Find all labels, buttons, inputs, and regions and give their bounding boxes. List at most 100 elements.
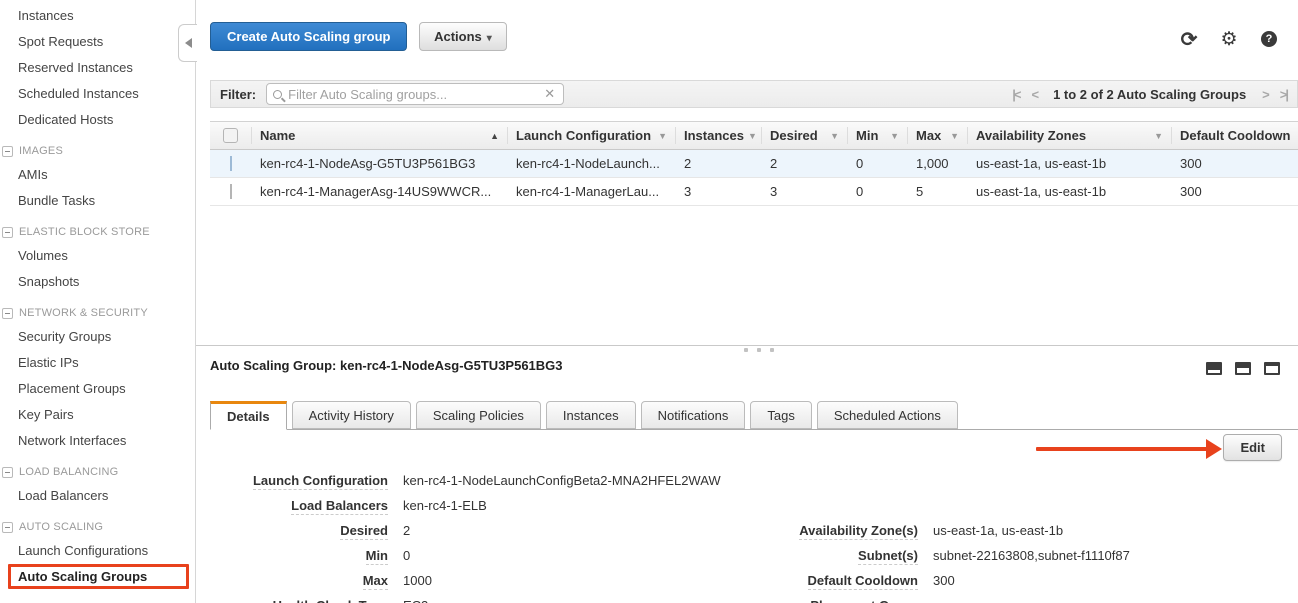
row-checkbox[interactable] <box>230 184 232 199</box>
select-all-checkbox[interactable] <box>223 128 238 143</box>
select-all-checkbox-cell[interactable] <box>210 127 252 144</box>
sidebar-item-launch-configurations[interactable]: Launch Configurations <box>0 539 195 562</box>
pane-small-icon[interactable] <box>1206 362 1222 375</box>
filter-input[interactable] <box>288 87 542 102</box>
tab-label: Tags <box>767 408 794 423</box>
collapse-minus-icon <box>2 467 13 478</box>
table-body: ken-rc4-1-NodeAsg-G5TU3P561BG3ken-rc4-1-… <box>210 150 1298 206</box>
first-page-icon[interactable]: |< <box>1012 87 1019 102</box>
sidebar-item-load-balancers[interactable]: Load Balancers <box>0 484 195 507</box>
column-header-availability-zones[interactable]: Availability Zones▼ <box>968 127 1172 144</box>
sort-desc-icon[interactable]: ▼ <box>950 131 959 141</box>
filter-searchbox[interactable]: ✕ <box>266 83 564 105</box>
help-icon[interactable]: ? <box>1260 30 1278 48</box>
column-header-desired[interactable]: Desired▼ <box>762 127 848 144</box>
cell-launch-configuration: ken-rc4-1-ManagerLau... <box>508 184 676 199</box>
cell-text: 2 <box>770 156 777 171</box>
tab-tags[interactable]: Tags <box>750 401 811 429</box>
sort-asc-icon[interactable]: ▲ <box>490 131 499 141</box>
sidebar-item-placement-groups[interactable]: Placement Groups <box>0 377 195 400</box>
sidebar-item-elastic-ips[interactable]: Elastic IPs <box>0 351 195 374</box>
tab-scheduled-actions[interactable]: Scheduled Actions <box>817 401 958 429</box>
sidebar-item-network-interfaces[interactable]: Network Interfaces <box>0 429 195 452</box>
edit-button[interactable]: Edit <box>1223 434 1282 461</box>
sidebar-section-elastic-block-store[interactable]: ELASTIC BLOCK STORE <box>2 226 195 238</box>
tab-instances[interactable]: Instances <box>546 401 636 429</box>
sidebar-collapse-button[interactable] <box>178 24 197 62</box>
field-label: Availability Zone(s) <box>790 523 918 538</box>
sidebar-item-dedicated-hosts[interactable]: Dedicated Hosts <box>0 108 195 131</box>
sort-desc-icon[interactable]: ▼ <box>830 131 839 141</box>
tab-label: Notifications <box>658 408 729 423</box>
field-label-text: Availability Zone(s) <box>799 523 918 540</box>
pane-medium-icon[interactable] <box>1235 362 1251 375</box>
sidebar-item-volumes[interactable]: Volumes <box>0 244 195 267</box>
table-row[interactable]: ken-rc4-1-ManagerAsg-14US9WWCR...ken-rc4… <box>210 178 1298 206</box>
sidebar-section-label: NETWORK & SECURITY <box>19 307 148 319</box>
actions-button-label: Actions <box>434 29 482 44</box>
sidebar-item-snapshots[interactable]: Snapshots <box>0 270 195 293</box>
column-header-instances[interactable]: Instances▼ <box>676 127 762 144</box>
field-label-text: Placement Group <box>810 598 918 603</box>
column-header-min[interactable]: Min▼ <box>848 127 908 144</box>
create-auto-scaling-group-button[interactable]: Create Auto Scaling group <box>210 22 407 51</box>
column-header-max[interactable]: Max▼ <box>908 127 968 144</box>
table-row[interactable]: ken-rc4-1-NodeAsg-G5TU3P561BG3ken-rc4-1-… <box>210 150 1298 178</box>
sort-desc-icon[interactable]: ▼ <box>1154 131 1163 141</box>
column-header-launch-configuration[interactable]: Launch Configuration▼ <box>508 127 676 144</box>
gear-icon[interactable]: ⚙ <box>1220 30 1238 48</box>
sidebar-section-load-balancing[interactable]: LOAD BALANCING <box>2 466 195 478</box>
pane-large-icon[interactable] <box>1264 362 1280 375</box>
tab-activity-history[interactable]: Activity History <box>292 401 411 429</box>
field-value: 0 <box>403 548 410 563</box>
field-value: ken-rc4-1-ELB <box>403 498 487 513</box>
tab-details[interactable]: Details <box>210 401 287 430</box>
sidebar-item-scheduled-instances[interactable]: Scheduled Instances <box>0 82 195 105</box>
sidebar-item-key-pairs[interactable]: Key Pairs <box>0 403 195 426</box>
main-content: Create Auto Scaling group Actions ▾ ⟳ ⚙ ?… <box>196 0 1298 603</box>
sidebar-item-security-groups[interactable]: Security Groups <box>0 325 195 348</box>
sidebar-section-label: ELASTIC BLOCK STORE <box>19 226 150 238</box>
sidebar-item-spot-requests[interactable]: Spot Requests <box>0 30 195 53</box>
sidebar-item-auto-scaling-groups[interactable]: Auto Scaling Groups <box>0 565 195 588</box>
cell-min: 0 <box>848 156 908 171</box>
sidebar-item-instances[interactable]: Instances <box>0 4 195 27</box>
cell-text: us-east-1a, us-east-1b <box>976 156 1106 171</box>
cell-default-cooldown: 300 <box>1172 156 1298 171</box>
drag-handle-icon[interactable] <box>744 348 774 352</box>
sidebar-section-auto-scaling[interactable]: AUTO SCALING <box>2 521 195 533</box>
sort-desc-icon[interactable]: ▼ <box>658 131 667 141</box>
sidebar-item-amis[interactable]: AMIs <box>0 163 195 186</box>
sidebar-item-reserved-instances[interactable]: Reserved Instances <box>0 56 195 79</box>
column-header-label: Default Cooldown <box>1180 128 1291 143</box>
prev-page-icon[interactable]: < <box>1031 87 1037 102</box>
detail-tabs: DetailsActivity HistoryScaling Policies I… <box>210 402 1298 430</box>
field-value: EC2 <box>403 598 428 603</box>
sidebar-item-label: Key Pairs <box>18 407 74 422</box>
panel-splitter[interactable] <box>196 345 1298 346</box>
row-checkbox[interactable] <box>230 156 232 171</box>
tab-notifications[interactable]: Notifications <box>641 401 746 429</box>
cell-text: 300 <box>1180 184 1202 199</box>
sidebar-item-label: Elastic IPs <box>18 355 79 370</box>
column-header-name[interactable]: Name▲ <box>252 127 508 144</box>
actions-button[interactable]: Actions ▾ <box>419 22 507 51</box>
sidebar-section-network-security[interactable]: NETWORK & SECURITY <box>2 307 195 319</box>
row-checkbox-cell <box>210 156 252 171</box>
sidebar-item-bundle-tasks[interactable]: Bundle Tasks <box>0 189 195 212</box>
collapse-minus-icon <box>2 308 13 319</box>
sort-desc-icon[interactable]: ▼ <box>748 131 757 141</box>
sort-desc-icon[interactable]: ▼ <box>890 131 899 141</box>
tab-label: Instances <box>563 408 619 423</box>
clear-filter-icon[interactable]: ✕ <box>542 86 557 102</box>
last-page-icon[interactable]: >| <box>1280 87 1287 102</box>
sidebar-section-images[interactable]: IMAGES <box>2 145 195 157</box>
sidebar-nav-list: Instances Spot Requests Reserved Instances… <box>0 4 195 588</box>
column-header-default-cooldown[interactable]: Default Cooldown <box>1172 127 1298 144</box>
tab-scaling-policies[interactable]: Scaling Policies <box>416 401 541 429</box>
sidebar-section-label: IMAGES <box>19 145 63 157</box>
next-page-icon[interactable]: > <box>1262 87 1268 102</box>
chevron-down-icon: ▾ <box>487 33 492 44</box>
field-label-text: Default Cooldown <box>808 573 919 590</box>
refresh-icon[interactable]: ⟳ <box>1180 30 1198 48</box>
